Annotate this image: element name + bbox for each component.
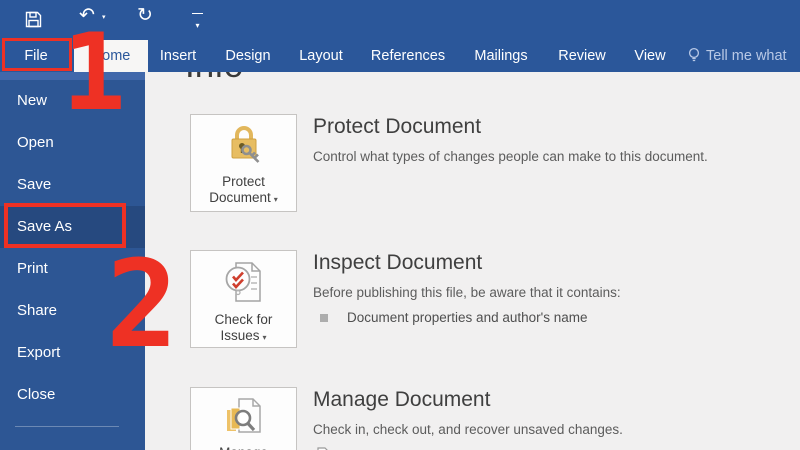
sidebar-item-share[interactable]: Share	[0, 290, 145, 332]
info-pane: Info Protect Document▾ Pro	[145, 72, 800, 450]
sidebar-item-close[interactable]: Close	[0, 374, 145, 416]
redo-icon[interactable]: ↻	[137, 6, 153, 25]
page-title: Info	[185, 72, 243, 86]
sidebar-item-export[interactable]: Export	[0, 332, 145, 374]
section-protect-document: Protect Document ▾ Protect Document Contr…	[190, 114, 775, 212]
tab-references[interactable]: References	[362, 40, 454, 72]
tab-layout[interactable]: Layout	[288, 40, 354, 72]
tellme-box[interactable]: Tell me what	[688, 40, 800, 72]
tab-design[interactable]: Design	[216, 40, 280, 72]
inspect-button-label-2: Issues ▾	[220, 328, 267, 343]
inspect-document-icon	[224, 260, 264, 309]
customize-qat-caret: ▾	[195, 21, 200, 30]
square-bullet-icon	[320, 313, 328, 322]
protect-section-text: Protect Document Control what types of c…	[313, 114, 708, 212]
dropdown-caret-icon: ▾	[273, 195, 278, 204]
customize-qat-icon[interactable]: ▾	[192, 13, 203, 33]
inspect-section-text: Inspect Document Before publishing this …	[313, 250, 621, 348]
protect-button-label-2: Document ▾	[209, 190, 278, 205]
dropdown-caret-icon: ▾	[262, 333, 267, 342]
manage-description: Check in, check out, and recover unsaved…	[313, 422, 623, 437]
inspect-description: Before publishing this file, be aware th…	[313, 285, 621, 300]
tab-file[interactable]: File	[0, 40, 72, 72]
section-inspect-document: Check for Issues ▾ Inspect Document Befor…	[190, 250, 775, 348]
inspect-heading: Inspect Document	[313, 251, 483, 274]
backstage-sidebar: New Open Save Save As Print Share Export…	[0, 72, 145, 450]
inspect-bullet-text: Document properties and author's name	[347, 310, 588, 325]
inspect-button-label-1: Check for	[214, 312, 273, 327]
manage-document-icon	[224, 397, 264, 442]
manage-button-label-1: Manage	[219, 445, 268, 450]
protect-document-button[interactable]: Protect Document ▾	[190, 114, 297, 212]
tab-mailings[interactable]: Mailings	[462, 40, 540, 72]
tab-review[interactable]: Review	[548, 40, 616, 72]
ribbon-tab-row: File Home Insert Design Layout Reference…	[0, 40, 800, 72]
protect-heading: Protect Document	[313, 115, 482, 138]
manage-document-button[interactable]: Manage Document▾	[190, 387, 297, 450]
word-backstage-window: ↶ ▾ ↻ ▾ File Home Insert Design Layout R…	[0, 0, 800, 450]
sidebar-item-save[interactable]: Save	[0, 164, 145, 206]
protect-description: Control what types of changes people can…	[313, 149, 708, 164]
inspect-bullet-row: Document properties and author's name	[313, 310, 621, 325]
sidebar-menu: New Open Save Save As Print Share Export…	[0, 80, 145, 416]
section-manage-document: Manage Document▾ Manage Document Check i…	[190, 387, 775, 450]
tab-insert[interactable]: Insert	[150, 40, 206, 72]
tab-view[interactable]: View	[622, 40, 678, 72]
undo-dropdown-icon[interactable]: ▾	[102, 13, 106, 21]
lock-key-icon	[225, 124, 263, 171]
manage-section-text: Manage Document Check in, check out, and…	[313, 387, 623, 450]
tab-home[interactable]: Home	[74, 40, 148, 72]
sidebar-item-save-as[interactable]: Save As	[0, 206, 145, 248]
customize-qat-bar	[192, 13, 203, 14]
title-bar: ↶ ▾ ↻ ▾	[0, 0, 800, 40]
lightbulb-icon	[688, 47, 700, 62]
sidebar-item-print[interactable]: Print	[0, 248, 145, 290]
sidebar-divider	[15, 426, 119, 427]
protect-button-label-1: Protect	[222, 174, 265, 189]
sidebar-top-strip	[0, 72, 145, 80]
undo-icon[interactable]: ↶	[79, 6, 95, 25]
save-icon[interactable]	[25, 11, 42, 33]
check-for-issues-button[interactable]: Check for Issues ▾	[190, 250, 297, 348]
sidebar-item-new[interactable]: New	[0, 80, 145, 122]
manage-heading: Manage Document	[313, 388, 491, 411]
sidebar-item-open[interactable]: Open	[0, 122, 145, 164]
tellme-label: Tell me what	[706, 48, 787, 64]
